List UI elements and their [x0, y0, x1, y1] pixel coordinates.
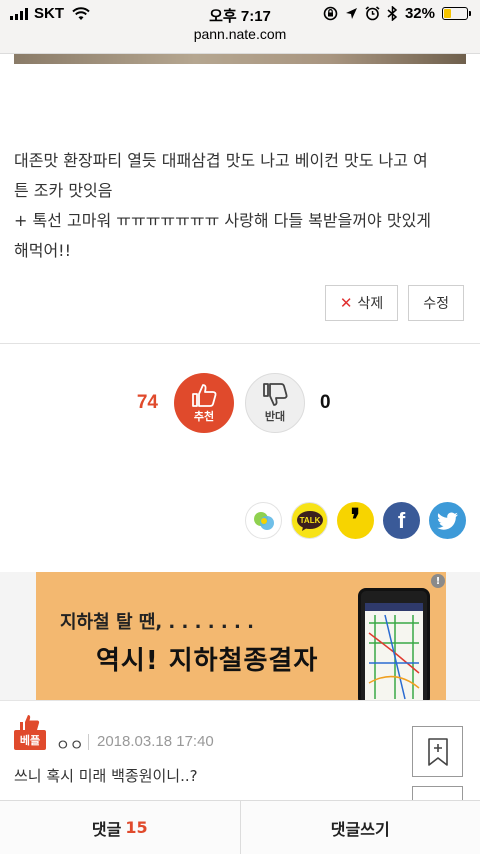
comma-icon: ❜	[350, 503, 361, 538]
downvote-count: 0	[320, 392, 331, 413]
post-body: 대존맛 환장파티 열듯 대패삼겹 맛도 나고 베이컨 맛도 나고 여 튼 조카 …	[14, 146, 470, 266]
kakaotalk-label: TALK	[299, 516, 320, 525]
comment-author: ㅇㅇ	[56, 736, 84, 754]
share-row: TALK ❜ f	[245, 502, 466, 539]
post-body-line: 튼 조카 맛잇음	[14, 181, 113, 200]
write-comment-button[interactable]: 댓글쓰기	[239, 801, 480, 854]
thumbs-down-icon	[263, 382, 288, 406]
ad-phone-screen	[365, 603, 423, 700]
delete-label: 삭제	[357, 296, 384, 312]
twitter-share-button[interactable]	[429, 502, 466, 539]
battery-icon	[442, 7, 471, 20]
edit-button[interactable]: 수정	[408, 285, 464, 321]
downvote-button[interactable]: 반대	[245, 373, 305, 433]
best-comment-badge: 베플	[14, 730, 46, 750]
kakaostory-icon	[253, 511, 274, 530]
ad-phone-image	[358, 588, 430, 700]
upvote-count: 74	[136, 392, 158, 413]
comment-date: 2018.03.18 17:40	[97, 733, 214, 750]
post-image	[14, 54, 466, 64]
kakaotalk-icon: TALK	[296, 510, 323, 531]
subway-map-icon	[365, 603, 423, 700]
comment-separator	[88, 734, 89, 750]
upvote-label: 추천	[193, 409, 215, 423]
comma-share-button[interactable]: ❜	[337, 502, 374, 539]
facebook-share-button[interactable]: f	[383, 502, 420, 539]
bottom-bar: 댓글 15 댓글쓰기	[0, 800, 480, 854]
battery-fill	[444, 9, 451, 18]
bookmark-button[interactable]	[412, 726, 463, 777]
ad-line-2: 역시! 지하철종결자	[96, 646, 319, 676]
upvote-button[interactable]: 추천	[174, 373, 234, 433]
twitter-icon	[436, 512, 458, 530]
comments-count: 15	[125, 818, 148, 837]
delete-button[interactable]: ✕ 삭제	[324, 285, 399, 321]
close-icon: ✕	[339, 294, 353, 312]
downvote-label: 반대	[264, 409, 286, 423]
post-body-line: 대존맛 환장파티 열듯 대패삼겹 맛도 나고 베이컨 맛도 나고 여	[14, 151, 428, 170]
thumbs-up-icon	[192, 383, 217, 407]
facebook-icon: f	[397, 507, 406, 533]
ad-line-1: 지하철 탈 땐, . . . . . . .	[60, 612, 254, 633]
bookmark-add-icon	[427, 737, 448, 766]
comments-label: 댓글	[91, 819, 122, 839]
bluetooth-icon	[387, 6, 398, 21]
battery-percent: 32%	[404, 5, 435, 22]
kakaotalk-button[interactable]: TALK	[291, 502, 328, 539]
post-body-line: 해먹어!!	[14, 241, 71, 260]
write-comment-label: 댓글쓰기	[330, 819, 390, 839]
kakaostory-button[interactable]	[245, 502, 282, 539]
status-right: 32%	[323, 5, 471, 22]
divider	[0, 343, 480, 344]
ad-banner[interactable]: 지하철 탈 땐, . . . . . . . 역시! 지하철종결자	[36, 572, 446, 700]
comment-text: 쓰니 혹시 미래 백종원이니..?	[14, 767, 198, 785]
post-body-line: + 톡선 고마워 ㅠㅠㅠㅠㅠㅠㅠ 사랑해 다들 복받을꺼야 맛있게	[14, 211, 432, 230]
status-bar: SKT 오후 7:17 32% pann.nate.com	[0, 0, 480, 54]
rotation-lock-icon	[323, 6, 338, 21]
alarm-icon	[365, 6, 380, 21]
address-bar-url[interactable]: pann.nate.com	[0, 26, 480, 42]
comments-tab[interactable]: 댓글 15	[0, 801, 240, 854]
post-actions: ✕ 삭제 수정	[324, 285, 464, 321]
location-icon	[345, 8, 357, 19]
ad-info-badge[interactable]: !	[431, 574, 445, 588]
